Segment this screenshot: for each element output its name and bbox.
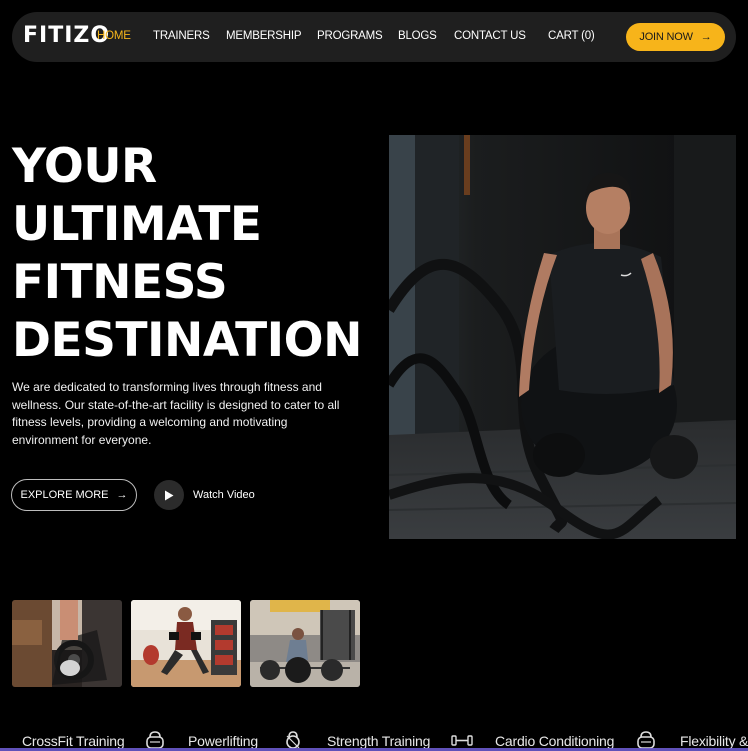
thumbnail-spin-bike[interactable] [12, 600, 122, 687]
play-icon[interactable] [154, 480, 184, 510]
thumbnail-boxing-trainer[interactable] [131, 600, 241, 687]
marquee-item[interactable]: Cardio Conditioning [495, 733, 614, 749]
nav-link-home[interactable]: HOME [97, 30, 131, 42]
marquee-item[interactable]: CrossFit Training [22, 733, 125, 749]
hero-title: YOUR ULTIMATE FITNESS DESTINATION [12, 138, 372, 370]
join-now-button[interactable]: JOIN NOW → [626, 23, 725, 51]
nav-link-cart[interactable]: CART (0) [548, 30, 595, 42]
arrow-right-icon: → [700, 31, 712, 43]
watch-video-button[interactable]: Watch Video [154, 480, 255, 510]
thumbnail-barbell-lift[interactable] [250, 600, 360, 687]
hero-title-line: YOUR [12, 139, 157, 194]
watch-video-label: Watch Video [193, 489, 255, 501]
top-navbar: FITIZO HOME TRAINERS MEMBERSHIP PROGRAMS… [12, 12, 736, 62]
nav-link-membership[interactable]: MEMBERSHIP [226, 30, 302, 42]
nav-link-contact[interactable]: CONTACT US [454, 30, 526, 42]
nav-link-trainers[interactable]: TRAINERS [153, 30, 210, 42]
hero-title-line: FITNESS [12, 255, 228, 310]
hero-title-line: ULTIMATE [12, 197, 262, 252]
explore-more-button[interactable]: EXPLORE MORE → [11, 479, 137, 511]
arrow-right-icon: → [116, 489, 128, 501]
hero-description: We are dedicated to transforming lives t… [12, 380, 340, 447]
explore-more-label: EXPLORE MORE [20, 489, 109, 501]
marquee-item[interactable]: Powerlifting [188, 733, 258, 749]
marquee-item[interactable]: Flexibility & [680, 733, 748, 749]
hero-title-line: DESTINATION [12, 313, 362, 368]
nav-link-programs[interactable]: PROGRAMS [317, 30, 383, 42]
hero-image-athlete-battle-ropes [389, 135, 736, 539]
join-now-label: JOIN NOW [639, 31, 693, 43]
marquee-item[interactable]: Strength Training [327, 733, 430, 749]
nav-link-blogs[interactable]: BLOGS [398, 30, 437, 42]
